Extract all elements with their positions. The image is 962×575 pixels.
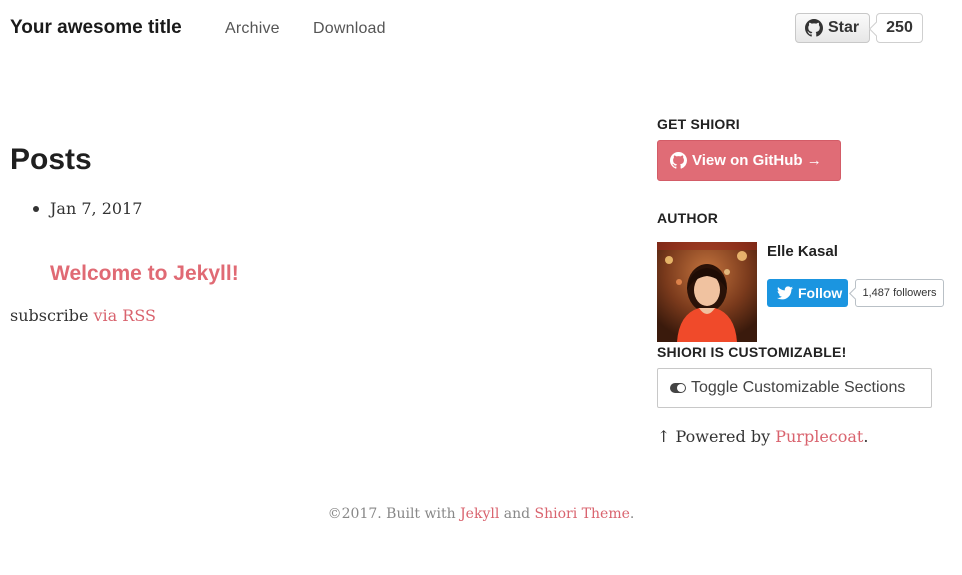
get-shiori-heading: GET SHIORI xyxy=(657,116,740,132)
github-icon xyxy=(805,19,823,37)
post-date: Jan 7, 2017 xyxy=(50,199,143,218)
footer-and: and xyxy=(503,506,531,522)
powered-by-line: ↑ Powered by Purplecoat. xyxy=(657,427,868,446)
twitter-follow-label: Follow xyxy=(798,285,843,301)
twitter-bird-icon xyxy=(777,286,793,300)
nav-download[interactable]: Download xyxy=(313,20,386,38)
rss-link[interactable]: via RSS xyxy=(94,306,156,325)
powered-by-suffix: . xyxy=(863,427,869,446)
view-on-github-label: View on GitHub → xyxy=(692,152,822,169)
twitter-followers-count[interactable]: 1,487 followers xyxy=(855,279,944,307)
purplecoat-link[interactable]: Purplecoat xyxy=(775,427,863,446)
post-title-link[interactable]: Welcome to Jekyll! xyxy=(50,262,239,286)
toggle-customizable-sections-button[interactable]: Toggle Customizable Sections xyxy=(657,368,932,408)
nav-archive[interactable]: Archive xyxy=(225,20,280,38)
customizable-heading: SHIORI IS CUSTOMIZABLE! xyxy=(657,344,847,360)
subscribe-text: subscribe xyxy=(10,306,89,325)
github-star-button[interactable]: Star xyxy=(795,13,870,43)
site-title[interactable]: Your awesome title xyxy=(10,17,182,39)
footer-copyright: ©2017. Built with xyxy=(327,506,456,522)
github-icon xyxy=(670,152,687,169)
footer-suffix: . xyxy=(629,506,635,522)
powered-by-text: ↑ Powered by xyxy=(657,427,771,446)
toggle-button-label: Toggle Customizable Sections xyxy=(691,379,906,396)
shiori-theme-link[interactable]: Shiori Theme xyxy=(535,506,630,522)
list-bullet xyxy=(33,206,39,212)
footer: ©2017. Built with Jekyll and Shiori Them… xyxy=(0,506,962,522)
jekyll-link[interactable]: Jekyll xyxy=(460,506,499,522)
github-star-count[interactable]: 250 xyxy=(876,13,923,43)
view-on-github-button[interactable]: View on GitHub → xyxy=(657,140,841,181)
posts-heading: Posts xyxy=(10,143,92,176)
author-avatar xyxy=(657,242,757,342)
twitter-follow-button[interactable]: Follow xyxy=(767,279,848,307)
author-name: Elle Kasal xyxy=(767,243,838,260)
github-star-label: Star xyxy=(828,19,860,36)
author-heading: AUTHOR xyxy=(657,210,719,226)
subscribe-line: subscribe via RSS xyxy=(10,306,156,325)
toggle-icon xyxy=(670,383,686,393)
